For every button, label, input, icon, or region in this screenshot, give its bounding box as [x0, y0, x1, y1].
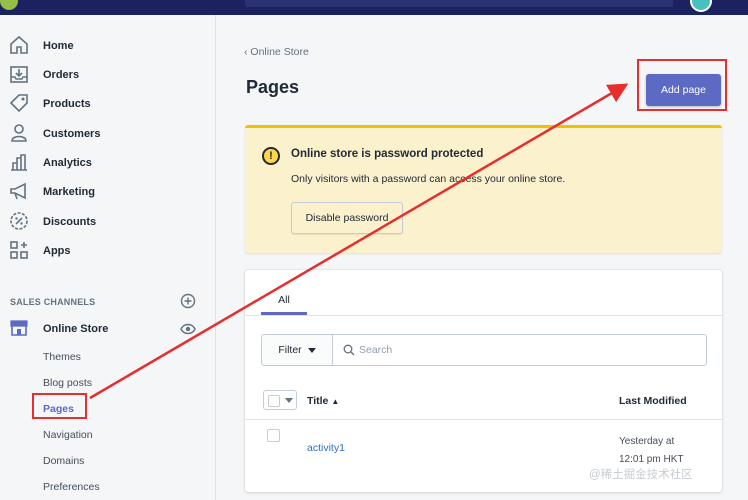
disable-password-button[interactable]: Disable password [291, 202, 403, 234]
caret-down-icon [307, 347, 316, 353]
sidebar-item-analytics[interactable]: Analytics [0, 150, 216, 176]
orders-icon [10, 66, 28, 83]
filter-button[interactable]: Filter [261, 334, 333, 366]
sidebar-item-label: Apps [43, 245, 71, 257]
sidebar-item-label: Marketing [43, 186, 95, 198]
add-sales-channel-icon[interactable] [180, 293, 196, 309]
filter-label: Filter [278, 344, 302, 356]
sidebar-item-products[interactable]: Products [0, 91, 216, 117]
divider [245, 315, 722, 316]
chevron-left-icon: ‹ [244, 46, 248, 58]
analytics-icon [11, 154, 27, 171]
top-bar [0, 0, 748, 15]
password-warning-banner: ! Online store is password protected Onl… [245, 125, 722, 253]
sidebar-subitem-navigation[interactable]: Navigation [43, 429, 93, 441]
search-field[interactable] [333, 334, 707, 366]
sidebar-item-label: Products [43, 98, 91, 110]
breadcrumb-label: Online Store [250, 46, 309, 58]
tab-all[interactable]: All [261, 285, 307, 315]
discounts-icon [10, 212, 28, 230]
global-search-bar[interactable] [245, 0, 673, 7]
sidebar-item-label: Analytics [43, 157, 92, 169]
view-store-eye-icon[interactable] [180, 323, 196, 335]
marketing-megaphone-icon [10, 182, 26, 200]
shopify-logo-icon[interactable] [0, 0, 18, 10]
search-input[interactable] [359, 341, 689, 359]
sort-ascending-icon: ▲ [331, 397, 340, 406]
sidebar: Home Orders Products Customers Analytics… [0, 15, 216, 500]
sidebar-item-label: Home [43, 40, 74, 52]
banner-title: Online store is password protected [291, 148, 484, 160]
column-header-last-modified[interactable]: Last Modified [619, 395, 687, 407]
sidebar-subitem-blog-posts[interactable]: Blog posts [43, 377, 92, 389]
warning-icon: ! [262, 147, 280, 165]
sidebar-item-label: Orders [43, 69, 80, 81]
table-header: Title ▲ Last Modified [245, 382, 722, 420]
column-header-title[interactable]: Title ▲ [307, 395, 339, 407]
sidebar-item-discounts[interactable]: Discounts [0, 209, 216, 235]
bulk-select-checkbox[interactable] [263, 390, 297, 410]
chevron-down-icon[interactable] [285, 398, 293, 403]
sales-channels-heading: SALES CHANNELS [10, 297, 96, 307]
checkbox[interactable] [268, 395, 280, 407]
search-icon [343, 344, 355, 356]
row-checkbox[interactable] [267, 429, 280, 442]
last-modified-value: Yesterday at 12:01 pm HKT [619, 436, 684, 465]
sidebar-subitem-domains[interactable]: Domains [43, 455, 84, 467]
sidebar-subitem-preferences[interactable]: Preferences [43, 481, 100, 493]
customers-icon [11, 124, 27, 142]
sidebar-item-label: Online Store [43, 323, 109, 335]
avatar[interactable] [690, 0, 712, 12]
sidebar-item-customers[interactable]: Customers [0, 121, 216, 147]
sidebar-item-home[interactable]: Home [0, 33, 216, 59]
sidebar-item-marketing[interactable]: Marketing [0, 179, 216, 205]
products-tag-icon [9, 94, 28, 113]
sidebar-item-label: Customers [43, 128, 101, 140]
watermark: @稀土掘金技术社区 [589, 469, 693, 481]
apps-icon [10, 241, 28, 259]
pages-card: All Filter Title ▲ Last Modified activit… [245, 270, 722, 492]
home-icon [10, 35, 28, 54]
page-title-link[interactable]: activity1 [307, 442, 345, 454]
page-title: Pages [246, 77, 300, 97]
annotation-highlight-box [32, 393, 87, 419]
main-content: ‹ Online Store Pages Add page ! Online s… [217, 15, 748, 500]
sidebar-item-orders[interactable]: Orders [0, 62, 216, 88]
store-icon [10, 320, 28, 336]
sidebar-item-apps[interactable]: Apps [0, 238, 216, 264]
add-page-button[interactable]: Add page [646, 74, 721, 106]
breadcrumb[interactable]: ‹ Online Store [244, 46, 309, 58]
banner-text: Only visitors with a password can access… [291, 173, 566, 185]
sidebar-subitem-themes[interactable]: Themes [43, 351, 81, 363]
sidebar-item-label: Discounts [43, 216, 97, 228]
